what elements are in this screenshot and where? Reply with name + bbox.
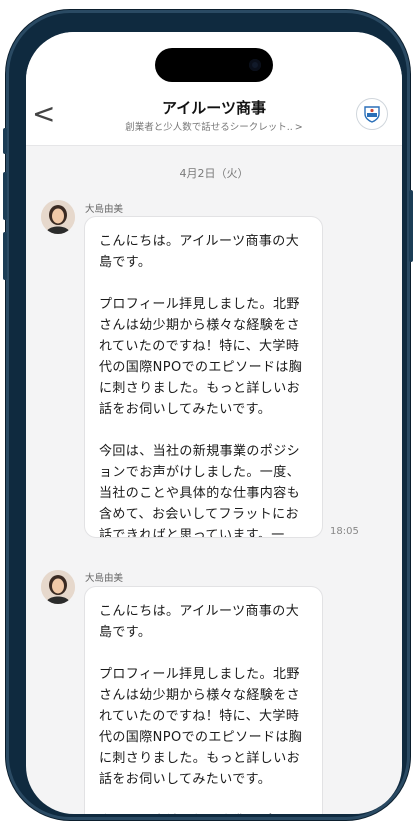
silent-switch (3, 128, 7, 154)
phone-frame: < アイルーツ商事 創業者と少人数で話せるシークレット..> 4月2日（火） (3, 10, 413, 820)
date-separator: 4月2日（火） (179, 167, 249, 180)
person-avatar-icon (41, 200, 75, 234)
shield-logo-icon (364, 106, 380, 123)
header-subtitle-text: 創業者と少人数で話せるシークレット.. (125, 122, 293, 133)
page-title: アイルーツ商事 (162, 99, 266, 117)
header-subtitle[interactable]: 創業者と少人数で話せるシークレット.. > (26, 119, 402, 133)
message-bubble: こんにちは。アイルーツ商事の大島です。 プロフィール拝見しました。北野さんは幼少… (84, 586, 323, 814)
dynamic-island (155, 48, 273, 82)
sender-name: 大島由美 (85, 573, 124, 584)
sender-name: 大島由美 (85, 204, 124, 215)
volume-up-button (3, 172, 7, 220)
avatar[interactable] (41, 200, 75, 234)
avatar[interactable] (41, 570, 75, 604)
volume-down-button (3, 232, 7, 280)
power-button (409, 190, 413, 262)
chevron-right-icon: > (294, 122, 303, 133)
company-logo[interactable] (356, 98, 388, 130)
message-bubble: こんにちは。アイルーツ商事の大島です。 プロフィール拝見しました。北野さんは幼少… (84, 216, 323, 538)
message-time: 18:05 (330, 526, 359, 537)
screen: < アイルーツ商事 創業者と少人数で話せるシークレット..> 4月2日（火） (26, 32, 402, 814)
person-avatar-icon (41, 570, 75, 604)
camera-icon (249, 59, 261, 71)
